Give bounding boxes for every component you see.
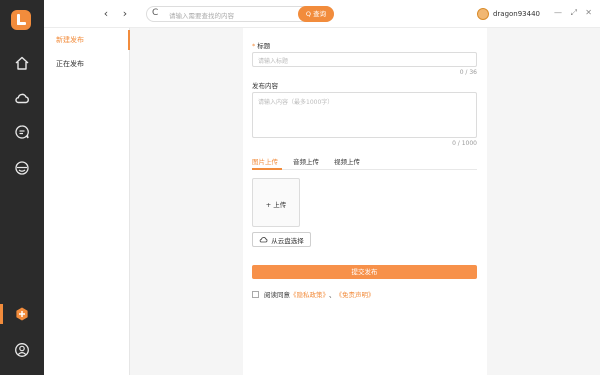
tab-video-upload[interactable]: 视频上传 <box>334 156 360 166</box>
title-input[interactable]: 请输入标题 <box>252 52 477 67</box>
select-from-cloud-button[interactable]: 从云盘选择 <box>252 232 311 247</box>
chevron-right-icon[interactable]: › <box>119 7 131 21</box>
required-mark: * <box>252 42 256 50</box>
title-label: * 标题 <box>252 40 270 50</box>
search-button[interactable]: Q 查询 <box>298 6 334 22</box>
disclaimer-link[interactable]: 《免责声明》 <box>336 289 375 299</box>
chevron-left-icon[interactable]: ‹ <box>100 7 112 21</box>
secondary-menu: 新建发布 正在发布 <box>44 28 130 375</box>
tab-underline <box>252 168 282 170</box>
title-char-count: 0 / 36 <box>459 69 477 76</box>
chat-icon[interactable] <box>12 122 32 142</box>
minimize-icon[interactable]: — <box>554 8 562 17</box>
cloud-icon <box>260 237 268 243</box>
content-char-count: 0 / 1000 <box>452 140 477 147</box>
cloud-icon[interactable] <box>12 88 32 108</box>
disk-icon[interactable] <box>12 158 32 178</box>
content-textarea[interactable]: 请输入内容（最多1000字） <box>252 92 477 138</box>
search-input[interactable]: 请输入需要查找的内容 <box>169 10 234 20</box>
privacy-policy-link[interactable]: 《隐私政策》 <box>290 289 329 299</box>
username: dragon93440 <box>492 10 540 18</box>
maximize-icon[interactable]: ⤢ <box>571 8 577 18</box>
menu-item-publishing[interactable]: 正在发布 <box>44 52 129 76</box>
tab-image-upload[interactable]: 图片上传 <box>252 156 278 166</box>
refresh-icon[interactable]: C <box>152 8 158 18</box>
title-placeholder: 请输入标题 <box>258 58 289 65</box>
title-label-text: 标题 <box>257 42 271 50</box>
top-bar: ‹ › C 请输入需要查找的内容 Q 查询 dragon93440 — ⤢ ✕ <box>44 0 600 28</box>
agree-prefix: 阅读同意 <box>264 291 290 299</box>
add-icon[interactable] <box>12 304 32 324</box>
agreement-checkbox[interactable] <box>252 290 259 298</box>
agreement-row: 阅读同意 《隐私政策》 、 《免责声明》 <box>252 289 375 299</box>
publish-form: * 标题 请输入标题 0 / 36 发布内容 请输入内容（最多1000字） 0 /… <box>243 28 487 375</box>
logo-icon <box>11 10 31 30</box>
cloud-button-label: 从云盘选择 <box>271 236 304 245</box>
user-profile[interactable]: dragon93440 <box>476 7 540 21</box>
submit-button[interactable]: 提交发布 <box>252 265 477 279</box>
search-box: C 请输入需要查找的内容 Q 查询 <box>146 6 334 22</box>
close-icon[interactable]: ✕ <box>585 8 592 17</box>
home-icon[interactable] <box>12 53 32 73</box>
menu-item-new-post[interactable]: 新建发布 <box>44 28 130 52</box>
content-placeholder: 请输入内容（最多1000字） <box>258 99 334 106</box>
tab-audio-upload[interactable]: 音频上传 <box>293 156 319 166</box>
avatar[interactable] <box>476 8 489 20</box>
upload-tabs: 图片上传 音频上传 视频上传 <box>252 154 477 170</box>
content-label: 发布内容 <box>252 82 278 90</box>
upload-label: + 上传 <box>265 201 287 209</box>
user-icon[interactable] <box>12 340 32 360</box>
upload-button[interactable]: + 上传 <box>252 178 300 227</box>
left-rail <box>0 0 44 375</box>
active-indicator <box>0 304 3 324</box>
